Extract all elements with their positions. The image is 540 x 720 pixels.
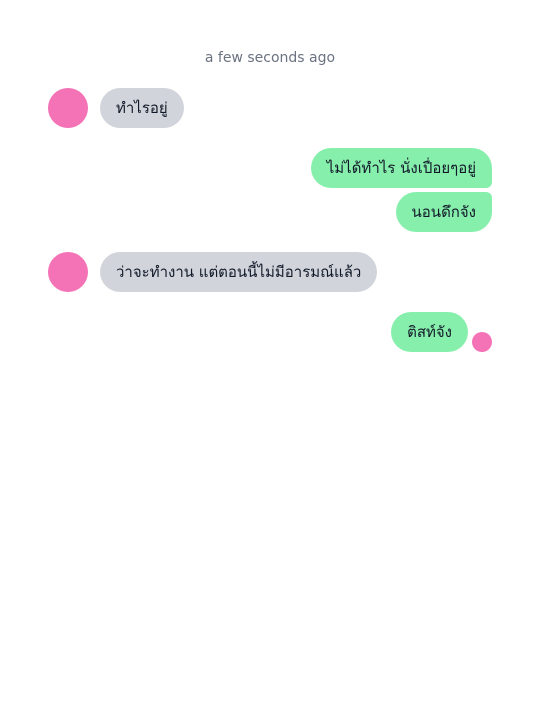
outgoing-message-bubble[interactable]: ติสท์จัง xyxy=(391,312,468,352)
contact-avatar[interactable] xyxy=(48,252,88,292)
contact-avatar[interactable] xyxy=(48,88,88,128)
outgoing-message-bubble[interactable]: นอนดึกจัง xyxy=(395,192,492,232)
chat-thread: a few seconds ago ทำไรอยู่ ไม่ได้ทำไร นั… xyxy=(0,0,540,720)
incoming-message-bubble[interactable]: ทำไรอยู่ xyxy=(100,88,184,128)
incoming-message-bubble[interactable]: ว่าจะทำงาน แต่ตอนนี้ไม่มีอารมณ์แล้ว xyxy=(100,252,378,292)
outgoing-message-bubble[interactable]: ไม่ได้ทำไร นั่งเปื่อยๆอยู่ xyxy=(310,148,492,188)
read-receipt-avatar xyxy=(472,332,492,352)
message-timestamp: a few seconds ago xyxy=(204,50,336,66)
